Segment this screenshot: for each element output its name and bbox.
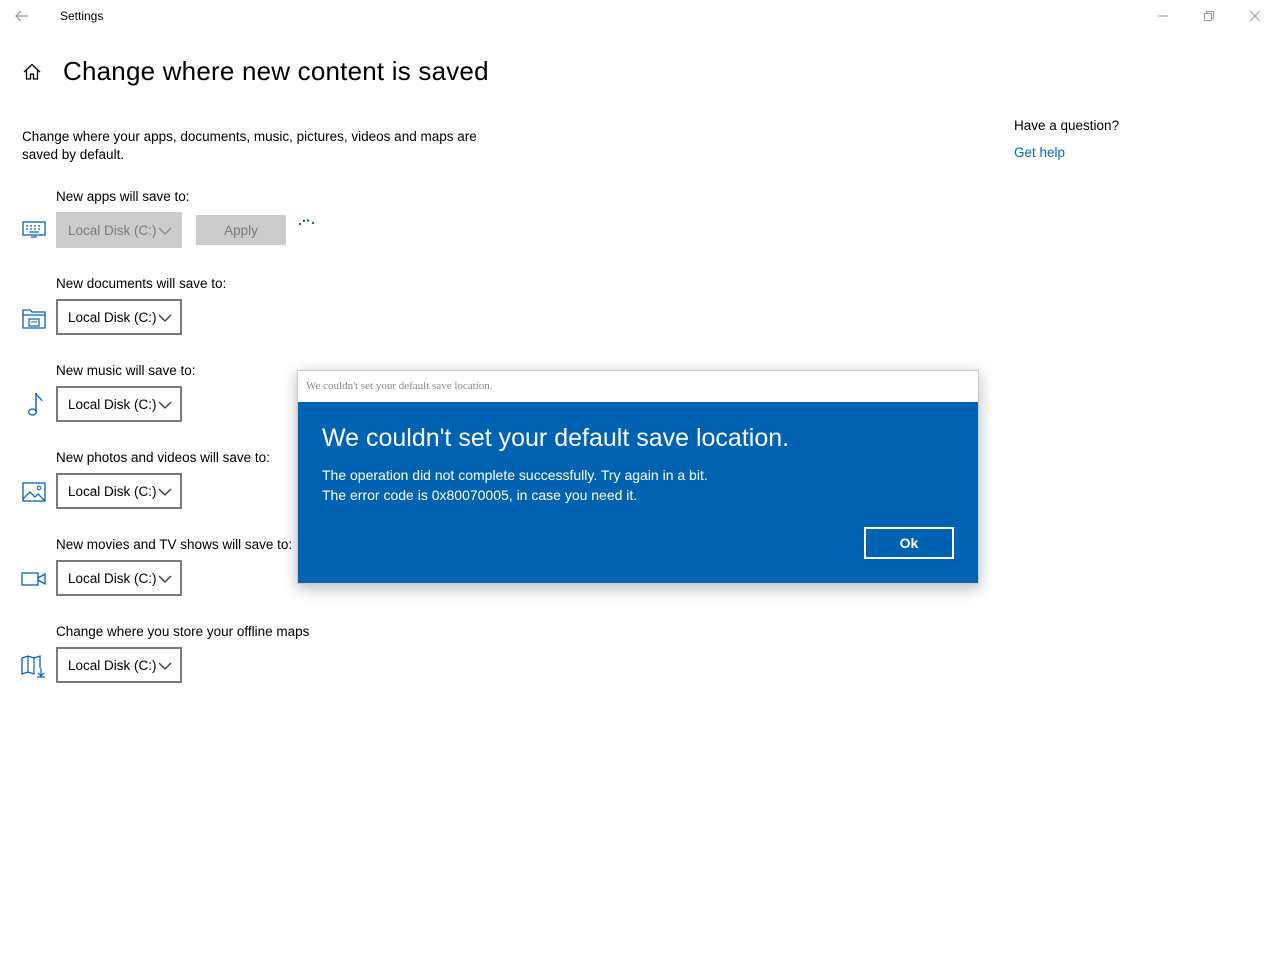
photos-location-dropdown[interactable]: Local Disk (C:) xyxy=(56,473,182,509)
restore-icon xyxy=(1204,11,1214,21)
maps-save-label: Change where you store your offline maps xyxy=(56,624,310,639)
documents-location-dropdown[interactable]: Local Disk (C:) xyxy=(56,299,182,335)
settings-window: Settings Change where new content is sav… xyxy=(0,0,1277,972)
dialog-message-line-2: The error code is 0x80070005, in case yo… xyxy=(322,487,638,503)
documents-folder-icon xyxy=(21,305,47,331)
dialog-title-bar: We couldn't set your default save locati… xyxy=(298,371,978,401)
video-camera-icon xyxy=(21,566,47,592)
dialog-body: We couldn't set your default save locati… xyxy=(298,402,978,583)
music-location-value: Local Disk (C:) xyxy=(68,396,157,412)
chevron-down-icon xyxy=(158,227,172,235)
restore-button[interactable] xyxy=(1186,0,1232,32)
music-location-dropdown[interactable]: Local Disk (C:) xyxy=(56,386,182,422)
home-icon xyxy=(23,63,41,80)
movies-location-dropdown[interactable]: Local Disk (C:) xyxy=(56,560,182,596)
documents-location-value: Local Disk (C:) xyxy=(68,309,157,325)
dialog-heading: We couldn't set your default save locati… xyxy=(322,424,790,452)
movies-location-value: Local Disk (C:) xyxy=(68,570,157,586)
minimize-icon xyxy=(1158,15,1168,17)
page-title: Change where new content is saved xyxy=(63,56,489,86)
app-title: Settings xyxy=(60,9,104,23)
apps-location-value: Local Disk (C:) xyxy=(68,222,157,238)
music-note-icon xyxy=(21,391,47,417)
close-button[interactable] xyxy=(1232,0,1277,32)
map-download-icon xyxy=(21,653,47,679)
apps-location-dropdown[interactable]: Local Disk (C:) xyxy=(56,212,182,248)
documents-save-label: New documents will save to: xyxy=(56,276,227,291)
back-arrow-icon xyxy=(15,10,28,22)
photos-location-value: Local Disk (C:) xyxy=(68,483,157,499)
loading-spinner-icon xyxy=(298,219,315,226)
help-title: Have a question? xyxy=(1014,118,1120,133)
get-help-link[interactable]: Get help xyxy=(1014,145,1065,160)
back-button[interactable] xyxy=(8,4,36,28)
chevron-down-icon xyxy=(158,575,172,583)
close-icon xyxy=(1250,11,1260,21)
title-bar: Settings xyxy=(0,0,1277,32)
dialog-window-title: We couldn't set your default save locati… xyxy=(306,380,493,392)
movies-save-label: New movies and TV shows will save to: xyxy=(56,537,293,552)
chevron-down-icon xyxy=(158,314,172,322)
maps-location-value: Local Disk (C:) xyxy=(68,657,157,673)
page-description: Change where your apps, documents, music… xyxy=(22,129,477,162)
dialog-message-line-1: The operation did not complete successfu… xyxy=(322,467,708,483)
monitor-keyboard-icon xyxy=(21,217,47,243)
minimize-button[interactable] xyxy=(1140,0,1186,32)
ok-button[interactable]: Ok xyxy=(864,527,954,559)
maps-location-dropdown[interactable]: Local Disk (C:) xyxy=(56,647,182,683)
error-dialog: We couldn't set your default save locati… xyxy=(297,370,979,584)
chevron-down-icon xyxy=(158,662,172,670)
apply-button[interactable]: Apply xyxy=(196,215,286,245)
dialog-message: The operation did not complete successfu… xyxy=(322,465,708,505)
chevron-down-icon xyxy=(158,401,172,409)
home-button[interactable] xyxy=(22,62,42,82)
photo-icon xyxy=(21,479,47,505)
apps-save-label: New apps will save to: xyxy=(56,189,190,204)
chevron-down-icon xyxy=(158,488,172,496)
photos-save-label: New photos and videos will save to: xyxy=(56,450,270,465)
music-save-label: New music will save to: xyxy=(56,363,196,378)
